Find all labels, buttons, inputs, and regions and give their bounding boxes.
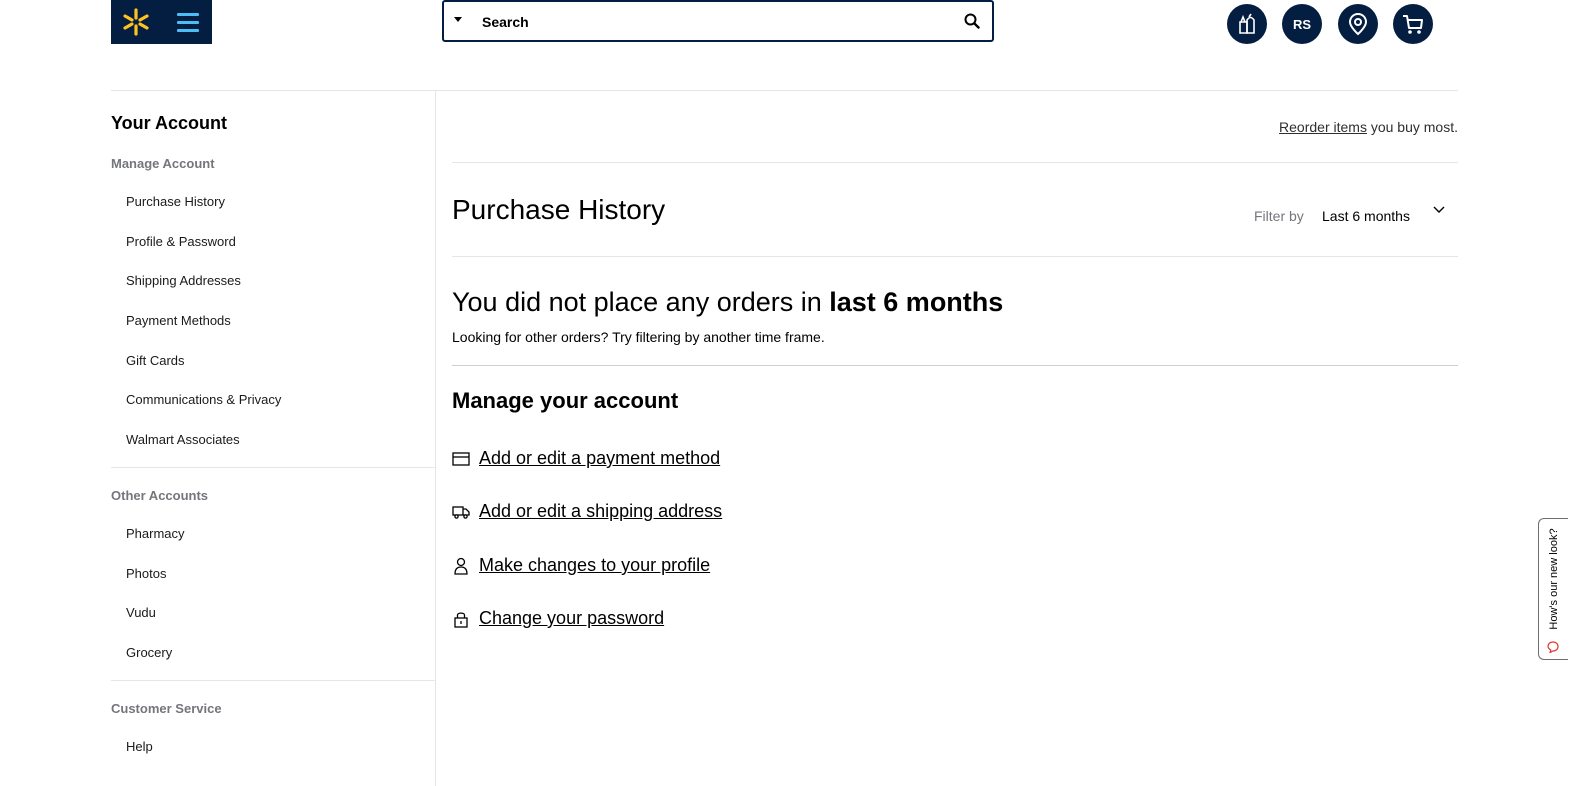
no-orders-message: You did not place any orders in last 6 m… bbox=[452, 287, 1003, 318]
reorder-items-link[interactable]: Reorder items bbox=[1279, 119, 1367, 135]
sidebar-item-photos[interactable]: Photos bbox=[126, 566, 166, 581]
location-icon bbox=[1348, 12, 1368, 36]
filter-dropdown[interactable]: Last 6 months bbox=[1322, 208, 1410, 224]
sidebar-heading-customer-service: Customer Service bbox=[111, 701, 222, 716]
sidebar-item-grocery[interactable]: Grocery bbox=[126, 645, 172, 660]
location-button[interactable] bbox=[1338, 4, 1378, 44]
password-link[interactable]: Change your password bbox=[479, 608, 664, 629]
no-orders-hint: Looking for other orders? Try filtering … bbox=[452, 329, 825, 345]
feedback-tab[interactable]: How's our new look? bbox=[1538, 518, 1568, 660]
sidebar-item-walmart-associates[interactable]: Walmart Associates bbox=[126, 432, 240, 447]
manage-account-title: Manage your account bbox=[452, 388, 679, 413]
sidebar-item-help[interactable]: Help bbox=[126, 739, 153, 754]
reorder-banner: Reorder items you buy most. bbox=[1279, 119, 1458, 135]
profile-link[interactable]: Make changes to your profile bbox=[479, 555, 710, 576]
filter-label: Filter by bbox=[1254, 208, 1304, 224]
sidebar-item-payment-methods[interactable]: Payment Methods bbox=[126, 313, 231, 328]
sidebar-heading-manage-account: Manage Account bbox=[111, 156, 215, 171]
sidebar-divider bbox=[435, 91, 436, 786]
sidebar-heading-other-accounts: Other Accounts bbox=[111, 488, 209, 503]
sidebar-item-profile-password[interactable]: Profile & Password bbox=[126, 234, 236, 249]
header-logo-bar bbox=[111, 0, 212, 44]
no-orders-timeframe: last 6 months bbox=[829, 287, 1004, 317]
truck-icon bbox=[452, 505, 470, 519]
search-bar[interactable]: Search bbox=[442, 0, 994, 42]
payment-method-link-row[interactable]: Add or edit a payment method bbox=[452, 448, 720, 469]
password-link-row[interactable]: Change your password bbox=[452, 608, 664, 629]
chat-bubble-icon bbox=[1547, 641, 1559, 653]
sidebar-item-vudu[interactable]: Vudu bbox=[126, 605, 156, 620]
account-initials: RS bbox=[1292, 16, 1312, 32]
person-icon bbox=[454, 557, 468, 575]
search-icon[interactable] bbox=[964, 13, 980, 29]
cart-button[interactable] bbox=[1393, 4, 1433, 44]
shipping-address-link-row[interactable]: Add or edit a shipping address bbox=[452, 501, 722, 522]
no-orders-prefix: You did not place any orders in bbox=[452, 287, 830, 317]
page-title: Purchase History bbox=[452, 194, 666, 225]
credit-card-icon bbox=[452, 451, 470, 466]
sidebar-item-communications-privacy[interactable]: Communications & Privacy bbox=[126, 392, 281, 407]
sidebar-item-gift-cards[interactable]: Gift Cards bbox=[126, 353, 185, 368]
main-separator bbox=[452, 365, 1458, 366]
shipping-address-link[interactable]: Add or edit a shipping address bbox=[479, 501, 722, 522]
sidebar-item-purchase-history[interactable]: Purchase History bbox=[126, 194, 225, 209]
sidebar-separator bbox=[111, 467, 435, 468]
cart-icon bbox=[1403, 15, 1423, 34]
reorder-suffix: you buy most. bbox=[1366, 119, 1458, 135]
spark-logo-icon[interactable] bbox=[122, 7, 150, 37]
lock-icon bbox=[454, 611, 468, 628]
main-separator bbox=[452, 162, 1458, 163]
main-separator bbox=[452, 256, 1458, 257]
account-button[interactable]: RS bbox=[1282, 4, 1322, 44]
header-divider bbox=[111, 90, 1458, 91]
reorder-icon bbox=[1239, 13, 1255, 34]
feedback-label: How's our new look? bbox=[1548, 528, 1560, 630]
sidebar-item-pharmacy[interactable]: Pharmacy bbox=[126, 526, 185, 541]
menu-icon[interactable] bbox=[177, 10, 199, 34]
sidebar-title: Your Account bbox=[111, 113, 227, 133]
payment-method-link[interactable]: Add or edit a payment method bbox=[479, 448, 720, 469]
sidebar-separator bbox=[111, 680, 435, 681]
sidebar-item-shipping-addresses[interactable]: Shipping Addresses bbox=[126, 273, 241, 288]
profile-link-row[interactable]: Make changes to your profile bbox=[452, 555, 710, 576]
search-input[interactable]: Search bbox=[482, 14, 529, 30]
chevron-down-icon[interactable] bbox=[1433, 204, 1445, 216]
search-department-dropdown-icon[interactable] bbox=[454, 17, 462, 22]
reorder-button[interactable] bbox=[1227, 4, 1267, 44]
